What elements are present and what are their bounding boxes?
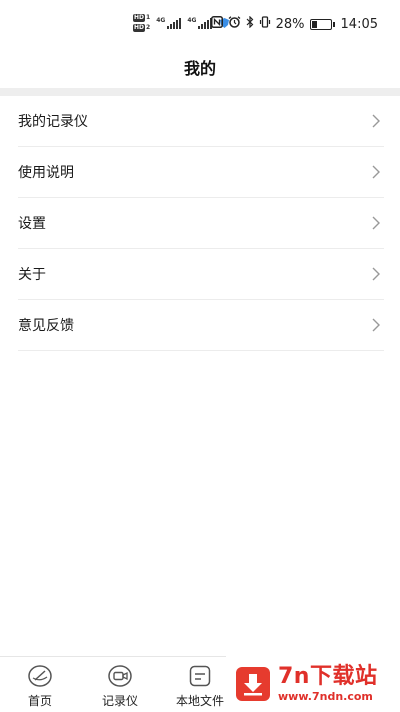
chevron-right-icon — [370, 216, 382, 230]
battery-percent: 28% — [275, 16, 305, 32]
settings-menu: 我的记录仪 使用说明 设置 关于 意见反馈 — [18, 96, 384, 351]
vibrate-icon — [259, 16, 271, 32]
menu-item-label: 关于 — [18, 267, 46, 283]
download-site-watermark: 7n下载站 www.7ndn.com — [226, 656, 400, 711]
alarm-icon — [228, 16, 241, 32]
menu-item-label: 使用说明 — [18, 165, 74, 181]
menu-item-instructions[interactable]: 使用说明 — [18, 147, 384, 198]
watermark-url: www.7ndn.com — [278, 689, 373, 703]
nav-label: 本地文件 — [175, 694, 224, 708]
battery-icon — [309, 18, 335, 30]
watermark-text: 7n下载站 www.7ndn.com — [278, 663, 378, 703]
bluetooth-icon — [246, 15, 254, 32]
status-bar: HD 1 HD 2 4G 4G 28% 14:05 — [0, 0, 400, 46]
menu-item-label: 设置 — [18, 216, 46, 232]
nav-item-recorder[interactable]: 记录仪 — [80, 663, 160, 709]
sim2-indicator: HD 2 — [133, 23, 150, 32]
nav-label: 记录仪 — [101, 694, 138, 708]
chevron-right-icon — [370, 267, 382, 281]
sim-indicators: HD 1 HD 2 — [133, 13, 150, 32]
video-camera-icon — [107, 663, 133, 689]
section-divider — [0, 88, 400, 96]
sim-number: 2 — [146, 23, 151, 31]
hd-badge: HD — [133, 13, 146, 22]
chevron-right-icon — [370, 114, 382, 128]
signal-icon: 4G — [156, 16, 182, 29]
nfc-icon — [210, 16, 223, 32]
menu-item-about[interactable]: 关于 — [18, 249, 384, 300]
file-icon — [187, 663, 213, 689]
nav-label: 首页 — [27, 694, 52, 708]
watermark-name: 7n下载站 — [278, 663, 378, 689]
menu-item-label: 我的记录仪 — [18, 114, 88, 130]
signal-icon: 4G — [187, 16, 213, 29]
status-right: 28% 14:05 — [210, 15, 378, 32]
clock: 14:05 — [340, 16, 378, 32]
network-type: 4G — [156, 16, 166, 24]
menu-item-settings[interactable]: 设置 — [18, 198, 384, 249]
sim1-indicator: HD 1 — [133, 13, 150, 22]
compass-icon — [27, 663, 53, 689]
download-arrow-icon — [236, 666, 270, 701]
chevron-right-icon — [370, 318, 382, 332]
menu-item-label: 意见反馈 — [18, 318, 74, 334]
hd-badge: HD — [133, 23, 146, 32]
page-title: 我的 — [183, 59, 216, 78]
nav-item-home[interactable]: 首页 — [0, 663, 80, 709]
menu-item-feedback[interactable]: 意见反馈 — [18, 300, 384, 351]
chevron-right-icon — [370, 165, 382, 179]
menu-item-my-recorder[interactable]: 我的记录仪 — [18, 96, 384, 147]
network-type: 4G — [187, 16, 197, 24]
sim-number: 1 — [146, 13, 151, 21]
